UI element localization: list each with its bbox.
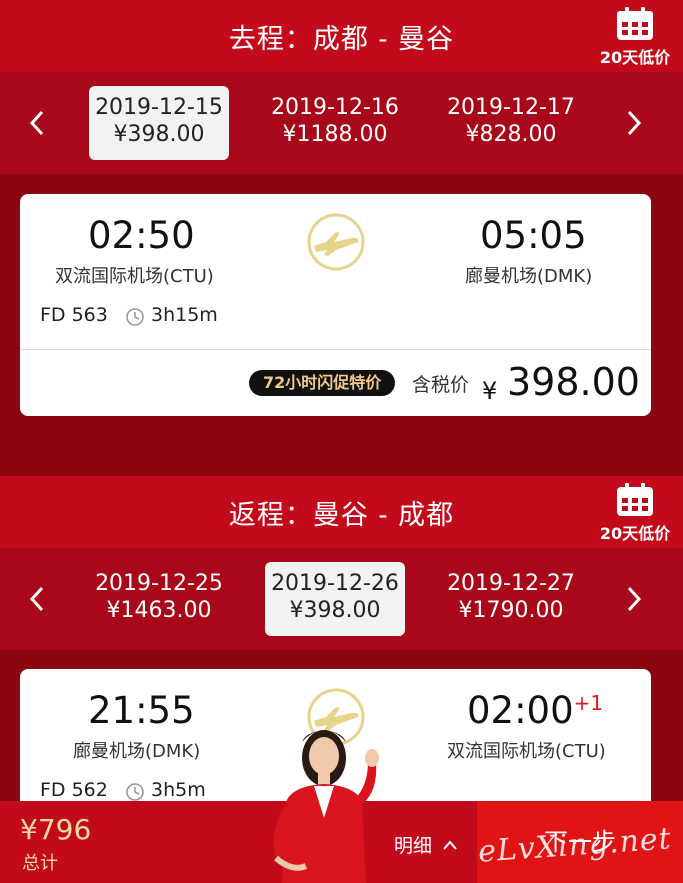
calendar-label: 20天低价 bbox=[599, 524, 671, 543]
chevron-left-icon bbox=[29, 110, 44, 136]
outbound-title: 去程：成都 - 曼谷 bbox=[228, 23, 455, 55]
date-price: ¥1188.00 bbox=[282, 122, 388, 147]
outbound-date-option[interactable]: 2019-12-17 ¥828.00 bbox=[441, 86, 581, 160]
date-price: ¥1463.00 bbox=[106, 598, 212, 623]
outbound-date-strip: 2019-12-15 ¥398.00 2019-12-16 ¥1188.00 2… bbox=[0, 72, 683, 174]
arrival-airport: 廊曼机场(DMK) bbox=[465, 266, 593, 287]
departure-airport: 双流国际机场(CTU) bbox=[55, 266, 214, 287]
chevron-left-icon bbox=[29, 586, 44, 612]
arrival-time: 05:05 bbox=[480, 214, 587, 257]
return-title: 返程：曼谷 - 成都 bbox=[228, 499, 455, 531]
return-date-option[interactable]: 2019-12-25 ¥1463.00 bbox=[89, 562, 229, 636]
calendar-icon bbox=[617, 483, 653, 516]
calendar-label: 20天低价 bbox=[599, 48, 671, 67]
outbound-calendar-button[interactable]: 20天低价 bbox=[595, 6, 675, 68]
day-offset-badge: +1 bbox=[573, 691, 604, 715]
date-price: ¥398.00 bbox=[289, 598, 381, 623]
promo-model-image bbox=[273, 730, 379, 883]
date-text: 2019-12-17 bbox=[447, 95, 575, 120]
return-date-option[interactable]: 2019-12-27 ¥1790.00 bbox=[441, 562, 581, 636]
date-price: ¥828.00 bbox=[465, 122, 557, 147]
outbound-flight-card[interactable]: 02:50 双流国际机场(CTU) 05:05 廊曼机场(DMK) FD 563… bbox=[20, 194, 651, 416]
airline-logo-icon bbox=[307, 213, 365, 271]
clock-icon bbox=[126, 783, 144, 801]
flight-duration: 3h5m bbox=[151, 779, 206, 801]
detail-button[interactable]: 明细 bbox=[394, 831, 458, 858]
departure-airport: 廊曼机场(DMK) bbox=[73, 741, 201, 762]
date-text: 2019-12-25 bbox=[95, 571, 223, 596]
date-text: 2019-12-16 bbox=[271, 95, 399, 120]
outbound-header: 去程：成都 - 曼谷 20天低价 bbox=[0, 0, 683, 72]
flight-price: 398.00 bbox=[507, 360, 640, 404]
date-price: ¥398.00 bbox=[113, 122, 205, 147]
flight-number: FD 562 bbox=[40, 779, 108, 801]
arrival-time-value: 02:00 bbox=[467, 689, 574, 732]
return-calendar-button[interactable]: 20天低价 bbox=[595, 482, 675, 544]
calendar-icon bbox=[617, 7, 653, 40]
chevron-right-icon bbox=[627, 586, 642, 612]
flight-number: FD 563 bbox=[40, 304, 108, 326]
outbound-date-option[interactable]: 2019-12-15 ¥398.00 bbox=[89, 86, 229, 160]
chevron-up-icon bbox=[443, 839, 457, 850]
promo-badge: 72小时闪促特价 bbox=[249, 370, 396, 396]
clock-icon bbox=[126, 308, 144, 326]
date-text: 2019-12-27 bbox=[447, 571, 575, 596]
date-text: 2019-12-15 bbox=[95, 95, 223, 120]
price-currency: ¥ bbox=[482, 377, 498, 405]
return-date-option[interactable]: 2019-12-26 ¥398.00 bbox=[265, 562, 405, 636]
return-next-button[interactable] bbox=[619, 584, 649, 614]
total-label: 总计 bbox=[22, 853, 58, 874]
flight-duration: 3h15m bbox=[151, 304, 218, 326]
arrival-time: 02:00+1 bbox=[467, 689, 603, 732]
outbound-next-button[interactable] bbox=[619, 108, 649, 138]
outbound-prev-button[interactable] bbox=[22, 108, 52, 138]
departure-time: 21:55 bbox=[88, 689, 195, 732]
return-prev-button[interactable] bbox=[22, 584, 52, 614]
date-text: 2019-12-26 bbox=[271, 571, 399, 596]
return-date-strip: 2019-12-25 ¥1463.00 2019-12-26 ¥398.00 2… bbox=[0, 548, 683, 650]
chevron-right-icon bbox=[627, 110, 642, 136]
departure-time: 02:50 bbox=[88, 214, 195, 257]
card-divider bbox=[20, 349, 651, 350]
tax-label: 含税价 bbox=[412, 374, 470, 396]
arrival-airport: 双流国际机场(CTU) bbox=[447, 741, 606, 762]
date-price: ¥1790.00 bbox=[458, 598, 564, 623]
total-price: ¥796 bbox=[20, 813, 92, 846]
outbound-date-option[interactable]: 2019-12-16 ¥1188.00 bbox=[265, 86, 405, 160]
return-header: 返程：曼谷 - 成都 20天低价 bbox=[0, 476, 683, 548]
